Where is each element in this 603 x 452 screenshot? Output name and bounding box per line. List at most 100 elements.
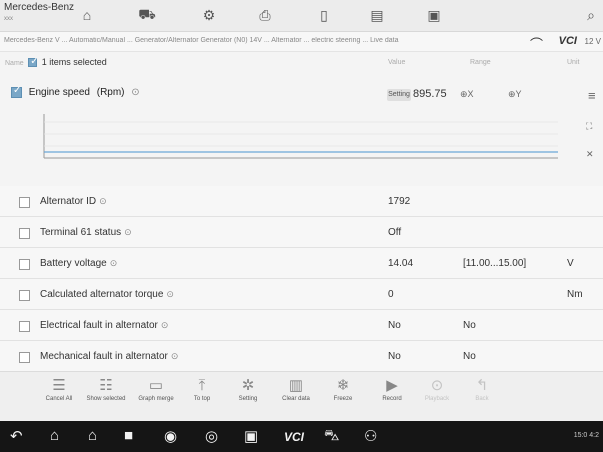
info-icon[interactable]: ⊙ <box>161 320 169 330</box>
brand-title: Mercedes-Benz <box>4 2 75 13</box>
list-icon: ☰ <box>52 377 66 394</box>
to-top-icon: ⤒ <box>198 377 206 394</box>
house-nav-icon[interactable]: ⌂ <box>88 427 97 444</box>
engine-speed-row[interactable]: Engine speed (Rpm) ⊙ Setting 895.75 ⊕X ⊕… <box>0 80 603 106</box>
parameter-name: Battery voltage ⊙ <box>40 258 118 269</box>
parameter-value: No <box>388 351 401 362</box>
info-icon[interactable]: ⊙ <box>110 258 118 268</box>
list-item[interactable]: Alternator ID ⊙ 1792 <box>0 186 603 217</box>
vci-nav-icon[interactable]: VCI <box>284 430 304 444</box>
zoom-x-label: X <box>467 89 474 99</box>
back-nav-icon[interactable]: ↶ <box>10 427 23 445</box>
breadcrumb: Mercedes-Benz V ... Automatic/Manual ...… <box>4 37 399 44</box>
parameter-value: Off <box>388 227 402 238</box>
record-button[interactable]: ▶ Record <box>370 376 414 403</box>
data-list: Alternator ID ⊙ 1792 Terminal 61 status ⊙ … <box>0 186 603 372</box>
brand-label: Mercedes-Benz xxx <box>4 3 74 24</box>
list-check-icon: ☷ <box>99 377 113 394</box>
parameter-name: Electrical fault in alternator ⊙ <box>40 320 169 331</box>
fullscreen-icon[interactable]: ⛶ <box>586 118 594 134</box>
list-item[interactable]: Calculated alternator torque ⊙ 0 Nm <box>0 279 603 310</box>
engine-speed-label: Engine speed (Rpm) ⊙ <box>11 85 140 99</box>
freeze-button[interactable]: ❄ Freeze <box>321 376 365 403</box>
row-checkbox[interactable] <box>19 197 30 208</box>
vehicle-icon[interactable]: ⛟ <box>138 6 156 24</box>
close-graph-icon[interactable]: ✕ <box>586 146 594 162</box>
info-icon[interactable]: ⊙ <box>131 87 139 98</box>
breadcrumb-bar: Mercedes-Benz V ... Automatic/Manual ...… <box>0 32 603 52</box>
back-button[interactable]: ↰ Back <box>460 376 504 403</box>
info-icon[interactable]: ⊙ <box>124 227 132 237</box>
gear-icon[interactable]: ⚙ <box>200 6 218 24</box>
row-checkbox[interactable] <box>19 321 30 332</box>
list-item[interactable]: Electrical fault in alternator ⊙ No No <box>0 310 603 341</box>
status-clock: 15:0 4:2 <box>573 432 599 439</box>
system-navigation-bar: ↶ ⌂ ⌂ ■ ◉ ◎ ▣ VCI ⛍ ⚇ 15:0 4:2 <box>0 421 603 452</box>
engine-speed-graph <box>43 114 558 159</box>
parameter-name: Terminal 61 status ⊙ <box>40 227 132 238</box>
home-nav-icon[interactable]: ⌂ <box>50 427 59 444</box>
to-top-button[interactable]: ⤒ To top <box>180 376 224 403</box>
parameter-range: No <box>463 351 476 362</box>
parameter-value: 1792 <box>388 196 411 207</box>
row-checkbox[interactable] <box>19 228 30 239</box>
save-icon[interactable]: ▤ <box>368 6 386 24</box>
playback-button[interactable]: ⊙ Playback <box>415 376 459 403</box>
list-item[interactable]: Terminal 61 status ⊙ Off <box>0 217 603 248</box>
list-header: Name 1 items selected Value Range Unit <box>0 52 603 74</box>
engine-speed-unit: (Rpm) <box>96 87 125 99</box>
engine-speed-value: 895.75 <box>413 88 447 100</box>
name-column-header: Name <box>5 60 24 67</box>
menu-icon[interactable]: ≡ <box>588 88 596 103</box>
parameter-range: No <box>463 320 476 331</box>
unit-setting-button[interactable]: Setting <box>387 89 411 101</box>
row-checkbox[interactable] <box>19 352 30 363</box>
chart-icon: ▭ <box>148 377 164 394</box>
browser-icon[interactable]: ◉ <box>164 427 177 445</box>
unit-column-header: Unit <box>567 59 580 66</box>
row-checkbox[interactable] <box>19 290 30 301</box>
list-item[interactable]: Battery voltage ⊙ 14.04 [11.00...15.00] V <box>0 248 603 279</box>
parameter-range: [11.00...15.00] <box>463 258 527 269</box>
cancel-all-button[interactable]: ☰ Cancel All <box>37 376 81 403</box>
car-nav-icon[interactable]: ⛍ <box>324 427 339 446</box>
clear-data-button[interactable]: ▥ Clear data <box>274 376 318 403</box>
search-icon[interactable]: ⌕ <box>582 6 600 24</box>
printer-icon[interactable]: ⎙ <box>256 6 274 24</box>
row-checkbox[interactable] <box>19 259 30 270</box>
setting-button[interactable]: ✲ Setting <box>226 376 270 403</box>
chat-icon[interactable]: ▣ <box>425 6 443 24</box>
info-icon[interactable]: ⊙ <box>99 196 107 206</box>
network-nav-icon[interactable]: ⚇ <box>364 427 377 445</box>
back-icon: ↰ <box>475 377 489 394</box>
parameter-unit: Nm <box>567 289 583 300</box>
parameter-unit: V <box>567 258 574 269</box>
engine-speed-checkbox[interactable] <box>11 85 22 98</box>
show-selected-button[interactable]: ☷ Show selected <box>84 376 128 403</box>
camera-icon[interactable]: ◎ <box>205 427 218 445</box>
home-icon[interactable]: ⌂ <box>78 6 96 24</box>
list-item[interactable]: Mechanical fault in alternator ⊙ No No <box>0 341 603 372</box>
recent-apps-icon[interactable]: ■ <box>124 427 133 444</box>
vci-label: VCI <box>558 35 577 47</box>
zoom-y-button[interactable]: ⊕Y <box>508 89 522 100</box>
engine-speed-name: Engine speed <box>28 87 90 99</box>
selected-count-text: 1 items selected <box>41 57 107 67</box>
document-icon[interactable]: ▯ <box>315 6 333 24</box>
freeze-icon: ❄ <box>336 377 350 394</box>
zoom-x-button[interactable]: ⊕X <box>460 89 474 100</box>
select-all-checkbox[interactable] <box>28 56 39 68</box>
parameter-name: Calculated alternator torque ⊙ <box>40 289 174 300</box>
function-toolbar: ☰ Cancel All ☷ Show selected ▭ Graph merge … <box>0 371 603 421</box>
trash-icon: ▥ <box>288 377 304 394</box>
info-icon[interactable]: ⊙ <box>171 351 179 361</box>
screen-mirror-icon[interactable]: ▣ <box>244 427 258 445</box>
selection-summary: Name 1 items selected <box>5 56 107 68</box>
info-icon[interactable]: ⊙ <box>166 289 174 299</box>
parameter-name: Alternator ID ⊙ <box>40 196 107 207</box>
parameter-value: No <box>388 320 401 331</box>
graph-side-tools: ⛶ ✕ <box>586 118 594 162</box>
graph-merge-button[interactable]: ▭ Graph merge <box>134 376 178 403</box>
battery-status: 12 V <box>584 37 601 46</box>
parameter-name: Mechanical fault in alternator ⊙ <box>40 351 179 362</box>
